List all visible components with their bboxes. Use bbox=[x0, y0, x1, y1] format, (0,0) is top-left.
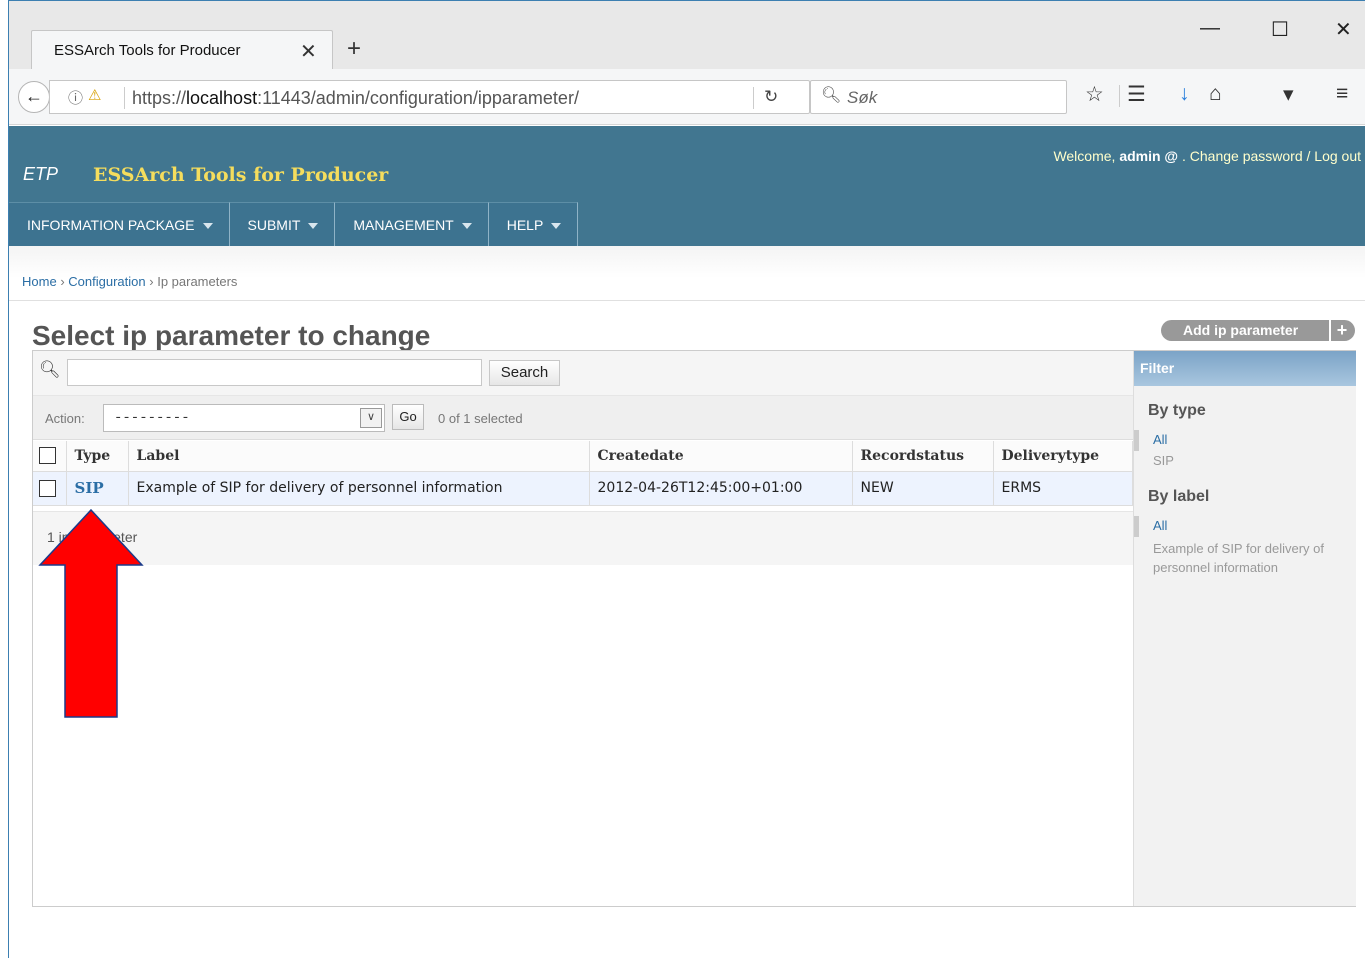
lock-warning-icon[interactable]: ⚠ bbox=[88, 86, 101, 104]
new-tab-icon[interactable]: + bbox=[347, 35, 361, 63]
main-menu: INFORMATION PACKAGE SUBMIT MANAGEMENT HE… bbox=[9, 202, 579, 246]
label-cell: Example of SIP for delivery of personnel… bbox=[128, 471, 590, 506]
action-select[interactable]: --------- ∨ bbox=[103, 404, 385, 432]
row-select-cell bbox=[33, 471, 67, 506]
go-button[interactable]: Go bbox=[392, 404, 424, 430]
filter-option-example-sip[interactable]: Example of SIP for delivery of personnel… bbox=[1134, 537, 1356, 581]
minimize-icon[interactable]: — bbox=[1200, 17, 1220, 40]
column-header-type[interactable]: Type bbox=[66, 441, 129, 472]
chevron-down-icon: ∨ bbox=[360, 408, 382, 428]
filter-title: Filter bbox=[1134, 351, 1356, 386]
breadcrumb-separator: › bbox=[149, 274, 154, 289]
brand-short: ETP bbox=[23, 164, 59, 184]
browser-search-field[interactable]: 🔍︎ Søk bbox=[810, 80, 1067, 114]
user-links[interactable]: . Change password / Log out bbox=[1182, 148, 1361, 164]
reading-list-icon[interactable]: ☰ bbox=[1127, 82, 1146, 107]
menu-information-package[interactable]: INFORMATION PACKAGE bbox=[9, 202, 230, 246]
search-icon: 🔍︎ bbox=[39, 360, 61, 379]
column-header-label[interactable]: Label bbox=[128, 441, 590, 472]
deliverytype-cell: ERMS bbox=[993, 471, 1133, 506]
caret-down-icon bbox=[308, 223, 319, 230]
brand-name[interactable]: ESSArch Tools for Producer bbox=[93, 164, 388, 186]
star-icon[interactable]: ☆ bbox=[1085, 82, 1104, 107]
close-window-icon[interactable]: ✕ bbox=[1335, 17, 1352, 42]
search-placeholder: Søk bbox=[847, 88, 878, 107]
paginator: 1 ip parameter bbox=[33, 511, 1133, 565]
filter-option-all[interactable]: All bbox=[1134, 430, 1356, 451]
site-header: ETP ESSArch Tools for Producer Welcome, … bbox=[9, 126, 1365, 246]
tab-title: ESSArch Tools for Producer bbox=[54, 42, 241, 59]
arrow-shape bbox=[38, 508, 144, 718]
search-icon: 🔍︎ bbox=[821, 87, 842, 104]
filter-panel: Filter By type All SIP By label All Exam… bbox=[1133, 351, 1356, 906]
select-all-checkbox[interactable] bbox=[39, 447, 56, 465]
browser-titlebar: ESSArch Tools for Producer ✕ + — ☐ ✕ bbox=[9, 1, 1365, 70]
menu-management[interactable]: MANAGEMENT bbox=[335, 202, 489, 246]
breadcrumb-configuration[interactable]: Configuration bbox=[68, 274, 145, 289]
breadcrumb-current: Ip parameters bbox=[157, 274, 238, 289]
browser-navbar: ← ⓘ ⚠ https://localhost:11443/admin/conf… bbox=[9, 69, 1365, 125]
column-header-recordstatus[interactable]: Recordstatus bbox=[852, 441, 994, 472]
breadcrumb: Home › Configuration › Ip parameters bbox=[9, 246, 1365, 301]
username: admin @ bbox=[1119, 148, 1179, 164]
filter-option-sip[interactable]: SIP bbox=[1134, 451, 1356, 472]
add-icon: + bbox=[1329, 320, 1353, 341]
back-icon[interactable]: ← bbox=[18, 81, 50, 113]
filter-heading-type: By type bbox=[1148, 402, 1206, 419]
search-toolbar: 🔍︎ Search bbox=[33, 351, 1133, 396]
table-row: SIP Example of SIP for delivery of perso… bbox=[33, 471, 1133, 506]
url-separator bbox=[753, 87, 754, 109]
search-input[interactable] bbox=[67, 359, 482, 386]
row-checkbox[interactable] bbox=[39, 479, 56, 497]
breadcrumb-separator: › bbox=[60, 274, 65, 289]
toolbar-separator bbox=[1119, 85, 1120, 107]
url-bar[interactable]: ⓘ ⚠ https://localhost:11443/admin/config… bbox=[49, 80, 810, 114]
url-text[interactable]: https://localhost:11443/admin/configurat… bbox=[132, 88, 579, 109]
red-arrow-annotation bbox=[38, 508, 144, 718]
filter-list-label: All Example of SIP for delivery of perso… bbox=[1134, 516, 1356, 581]
type-cell: SIP bbox=[66, 471, 129, 506]
breadcrumb-home[interactable]: Home bbox=[22, 274, 57, 289]
download-icon[interactable]: ↓ bbox=[1179, 82, 1190, 106]
recordstatus-cell: NEW bbox=[852, 471, 994, 506]
filter-option-all[interactable]: All bbox=[1134, 516, 1356, 537]
actions-bar: Action: --------- ∨ Go 0 of 1 selected bbox=[33, 396, 1133, 440]
type-link[interactable]: SIP bbox=[75, 479, 104, 497]
filter-list-type: All SIP bbox=[1134, 430, 1356, 472]
caret-down-icon bbox=[551, 223, 562, 230]
home-icon[interactable]: ⌂ bbox=[1209, 82, 1222, 106]
user-tools: Welcome, admin @ . Change password / Log… bbox=[1053, 148, 1361, 164]
column-header-createdate[interactable]: Createdate bbox=[589, 441, 853, 472]
results-table: Type Label Createdate Recordstatus Deliv… bbox=[33, 441, 1133, 506]
pocket-icon[interactable]: ▾ bbox=[1283, 82, 1294, 107]
page-title: Select ip parameter to change bbox=[32, 320, 431, 351]
column-header-deliverytype[interactable]: Deliverytype bbox=[993, 441, 1133, 472]
filter-heading-label: By label bbox=[1148, 488, 1210, 505]
table-header-row: Type Label Createdate Recordstatus Deliv… bbox=[33, 441, 1133, 472]
reload-icon[interactable]: ↻ bbox=[764, 87, 778, 107]
search-button[interactable]: Search bbox=[489, 360, 560, 386]
menu-help[interactable]: HELP bbox=[488, 202, 579, 246]
caret-down-icon bbox=[202, 223, 213, 230]
info-icon[interactable]: ⓘ bbox=[68, 87, 83, 108]
selection-count: 0 of 1 selected bbox=[438, 411, 523, 426]
createdate-cell: 2012-04-26T12:45:00+01:00 bbox=[589, 471, 853, 506]
action-label: Action: bbox=[45, 411, 85, 426]
menu-icon[interactable]: ≡ bbox=[1336, 82, 1348, 106]
tab-close-icon[interactable]: ✕ bbox=[300, 39, 317, 64]
add-ip-parameter-button[interactable]: Add ip parameter + bbox=[1161, 320, 1355, 341]
url-separator bbox=[124, 87, 125, 109]
browser-tab[interactable]: ESSArch Tools for Producer ✕ bbox=[31, 30, 333, 70]
select-all-cell bbox=[33, 441, 67, 472]
menu-submit[interactable]: SUBMIT bbox=[229, 202, 336, 246]
welcome-text: Welcome, bbox=[1053, 148, 1120, 164]
caret-down-icon bbox=[461, 223, 472, 230]
maximize-icon[interactable]: ☐ bbox=[1271, 17, 1289, 42]
changelist: 🔍︎ Search Action: --------- ∨ Go 0 of 1 … bbox=[32, 350, 1356, 907]
